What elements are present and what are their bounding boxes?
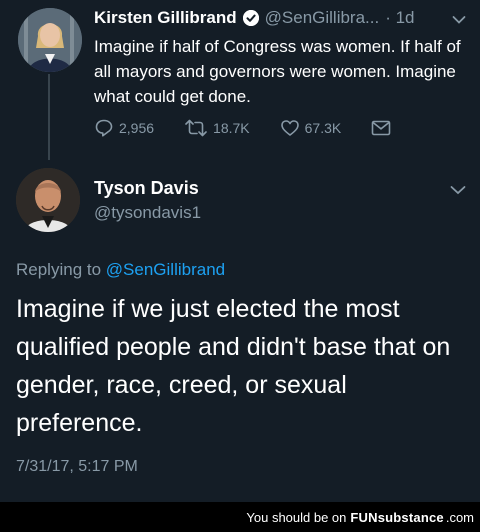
tweet2-author-name[interactable]: Tyson Davis: [94, 178, 199, 199]
tweet1-handle[interactable]: @SenGillibra...: [265, 8, 380, 28]
message-icon: [371, 120, 391, 136]
reply-button[interactable]: 2,956: [94, 118, 154, 138]
tweet1-time: · 1d: [385, 8, 415, 27]
reply-icon: [95, 119, 113, 137]
chevron-down-icon[interactable]: [450, 182, 466, 200]
footer-brand: FUNsubstance: [350, 509, 444, 525]
like-count: 67.3K: [304, 120, 342, 136]
thread-line: [48, 74, 50, 160]
avatar-image: [18, 8, 82, 72]
footer-suffix: .com: [445, 509, 474, 525]
tweet1-author-name[interactable]: Kirsten Gillibrand: [94, 8, 237, 28]
tweet1-header: Kirsten Gillibrand @SenGillibra... · 1d: [94, 8, 415, 28]
tweet2-timestamp: 7/31/17, 5:17 PM: [16, 458, 138, 475]
retweet-icon: [185, 119, 207, 137]
retweet-button[interactable]: 18.7K: [184, 118, 250, 138]
footer-prefix: You should be on: [246, 509, 347, 525]
tweet2-handle[interactable]: @tysondavis1: [94, 203, 201, 223]
replying-to: Replying to @SenGillibrand: [16, 260, 225, 280]
replying-to-mention[interactable]: @SenGillibrand: [106, 260, 225, 279]
verified-icon: [242, 10, 259, 26]
chevron-down-icon[interactable]: [452, 12, 466, 30]
reply-count: 2,956: [119, 120, 155, 136]
avatar-kirsten[interactable]: [18, 8, 82, 72]
message-button[interactable]: [371, 120, 391, 136]
watermark-footer: You should be on FUNsubstance .com: [0, 502, 480, 532]
tweet1-actions: 2,956 18.7K 67.3K: [94, 118, 464, 138]
replying-to-prefix: Replying to: [16, 260, 102, 279]
like-button[interactable]: 67.3K: [280, 118, 342, 138]
like-icon: [280, 120, 299, 136]
retweet-count: 18.7K: [213, 120, 250, 136]
avatar-tyson[interactable]: [16, 168, 80, 232]
tweet2-text: Imagine if we just elected the most qual…: [16, 295, 451, 437]
tweet1-text: Imagine if half of Congress was women. I…: [94, 37, 461, 106]
avatar-image: [16, 168, 80, 232]
